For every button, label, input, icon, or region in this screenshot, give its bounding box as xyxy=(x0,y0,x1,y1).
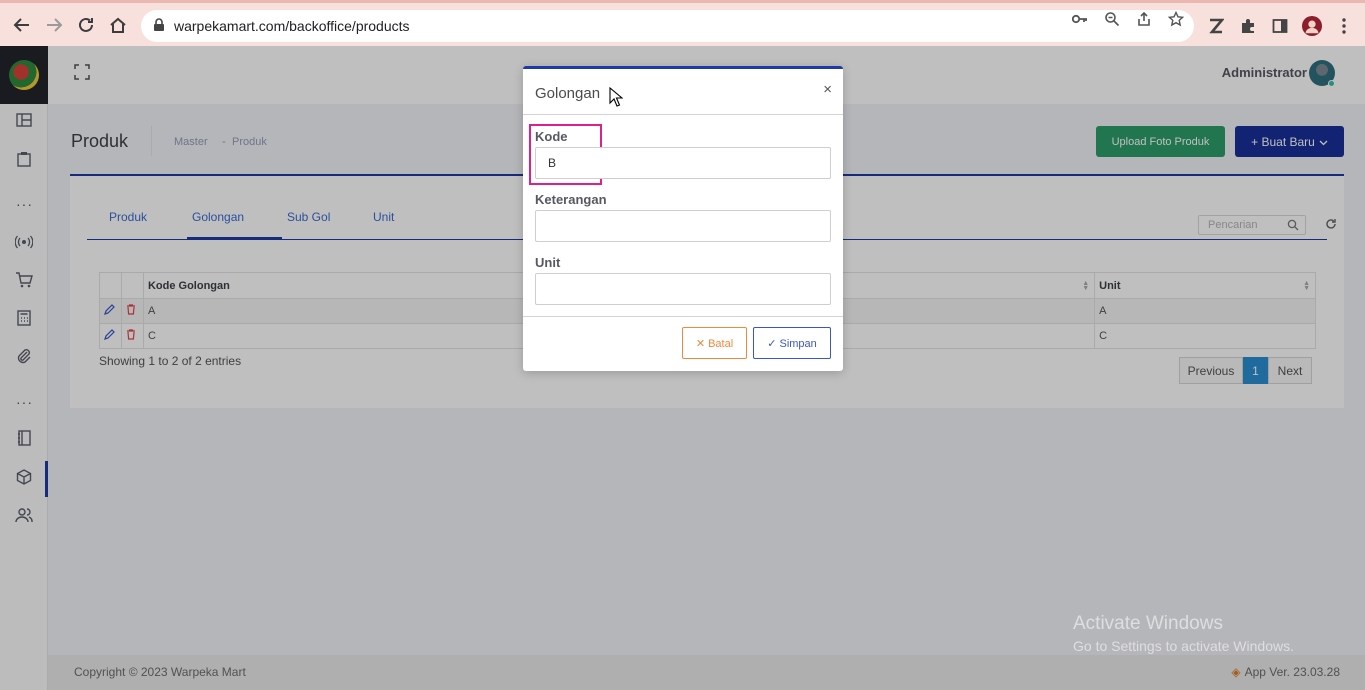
save-label: ✓ Simpan xyxy=(767,337,817,350)
reload-icon[interactable] xyxy=(75,14,97,36)
share-icon[interactable] xyxy=(1135,11,1153,27)
windows-watermark-subtitle: Go to Settings to activate Windows. xyxy=(1073,638,1294,654)
cancel-button[interactable]: ✕ Batal xyxy=(682,327,747,359)
extensions-puzzle-icon[interactable] xyxy=(1238,16,1258,36)
profile-avatar-icon[interactable] xyxy=(1302,16,1322,36)
forward-icon[interactable] xyxy=(43,14,65,36)
side-panel-icon[interactable] xyxy=(1270,16,1290,36)
kode-field[interactable] xyxy=(535,147,831,179)
keterangan-label: Keterangan xyxy=(535,192,607,207)
back-icon[interactable] xyxy=(11,14,33,36)
golongan-modal: Golongan × Kode Keterangan Unit ✕ Batal … xyxy=(523,66,843,371)
key-icon[interactable] xyxy=(1071,11,1089,27)
close-icon[interactable]: × xyxy=(823,81,832,98)
home-icon[interactable] xyxy=(107,14,129,36)
kode-label: Kode xyxy=(535,129,568,144)
unit-label: Unit xyxy=(535,255,561,270)
cancel-label: ✕ Batal xyxy=(695,337,734,350)
url-text: warpekamart.com/backoffice/products xyxy=(174,18,410,34)
lock-icon xyxy=(153,18,165,35)
save-button[interactable]: ✓ Simpan xyxy=(753,327,831,359)
menu-kebab-icon[interactable] xyxy=(1334,16,1354,36)
windows-watermark-title: Activate Windows xyxy=(1073,613,1223,634)
mouse-cursor-icon xyxy=(609,86,624,110)
modal-header-divider xyxy=(523,114,843,115)
browser-toolbar: warpekamart.com/backoffice/products xyxy=(0,0,1365,46)
zoom-icon[interactable] xyxy=(1103,11,1121,27)
unit-field[interactable] xyxy=(535,273,831,305)
keterangan-field[interactable] xyxy=(535,210,831,242)
modal-footer-divider xyxy=(523,316,843,317)
extension-z-icon[interactable] xyxy=(1206,16,1226,36)
address-bar[interactable]: warpekamart.com/backoffice/products xyxy=(141,10,1194,42)
modal-title: Golongan xyxy=(535,85,601,102)
bookmark-star-icon[interactable] xyxy=(1167,11,1185,27)
